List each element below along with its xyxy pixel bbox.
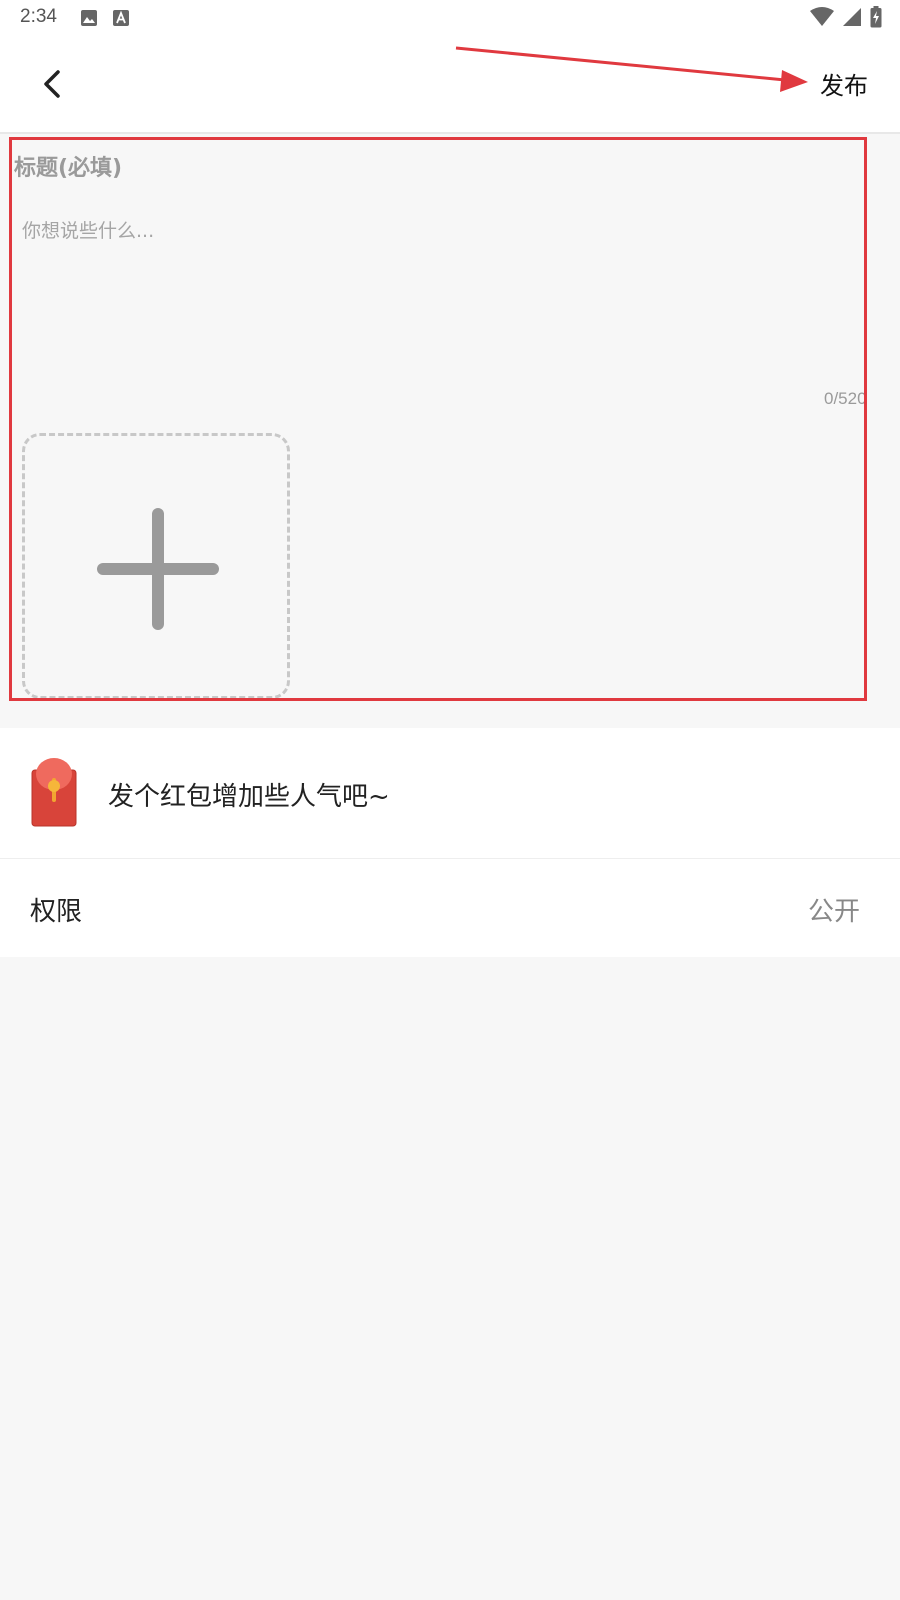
chevron-left-icon [44,70,60,98]
publish-button[interactable]: 发布 [820,66,868,101]
red-packet-icon [31,758,77,827]
permission-label: 权限 [30,897,83,927]
back-button[interactable] [32,62,76,106]
permission-row[interactable]: 权限 公开 [0,859,900,957]
status-bar: 2:34 [0,0,900,36]
battery-charging-icon [870,6,882,28]
char-counter: 0/520 [824,389,867,408]
text-a-icon [113,10,129,26]
signal-icon [843,8,861,26]
permission-value: 公开 [807,897,860,927]
red-packet-row[interactable]: 发个红包增加些人气吧~ [0,728,900,859]
app-bar: 发布 [0,36,900,134]
wifi-icon [810,7,834,26]
red-packet-label: 发个红包增加些人气吧~ [108,782,390,812]
add-image-button[interactable] [22,433,290,699]
status-time: 2:34 [20,6,57,27]
title-input[interactable] [14,150,834,186]
content-input[interactable] [22,216,842,376]
image-icon [81,10,97,26]
status-right-icons [810,6,882,28]
